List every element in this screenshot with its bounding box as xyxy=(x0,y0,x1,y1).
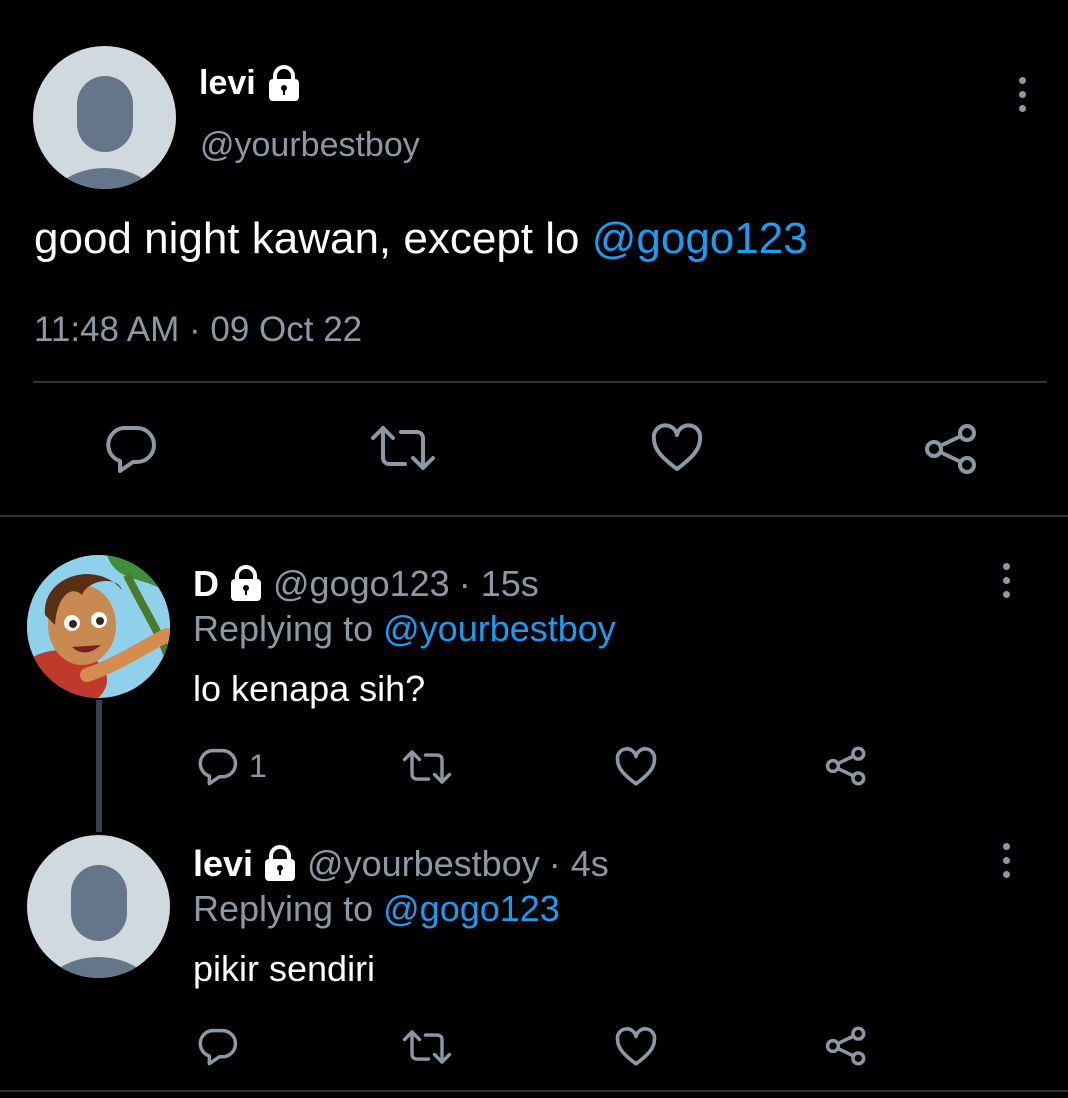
replying-label: Replying to xyxy=(193,888,374,929)
reply-author-handle[interactable]: @yourbestboy xyxy=(307,843,540,885)
share-icon[interactable] xyxy=(924,423,978,475)
main-author-name[interactable]: levi xyxy=(199,64,256,103)
tweet-body: good night kawan, except lo xyxy=(34,214,592,263)
divider xyxy=(0,515,1068,517)
more-icon[interactable] xyxy=(998,563,1014,598)
like-icon[interactable] xyxy=(615,1027,657,1067)
reply-icon[interactable] xyxy=(196,746,238,786)
reply-count: 1 xyxy=(249,748,267,784)
replying-to-link[interactable]: @yourbestboy xyxy=(383,608,616,649)
share-icon[interactable] xyxy=(825,1026,867,1066)
reply-author-avatar[interactable] xyxy=(27,555,170,698)
main-author-avatar[interactable] xyxy=(33,46,176,189)
tweet-text: good night kawan, except lo @gogo123 xyxy=(34,214,808,264)
lock-icon xyxy=(228,565,264,603)
reply-text: lo kenapa sih? xyxy=(193,668,426,709)
reply-time[interactable]: · 4s xyxy=(549,843,609,885)
more-icon[interactable] xyxy=(1014,77,1030,112)
reply-text: pikir sendiri xyxy=(193,948,376,989)
reply-author-name[interactable]: D xyxy=(193,563,219,605)
reply-icon[interactable] xyxy=(196,1026,238,1066)
retweet-icon[interactable] xyxy=(402,749,452,785)
reply-time[interactable]: · 15s xyxy=(459,563,539,605)
like-icon[interactable] xyxy=(615,747,657,787)
reply-icon[interactable] xyxy=(103,422,157,474)
replying-to-link[interactable]: @gogo123 xyxy=(383,888,560,929)
retweet-icon[interactable] xyxy=(370,424,436,472)
tweet-timestamp[interactable]: 11:48 AM · 09 Oct 22 xyxy=(34,310,362,350)
more-icon[interactable] xyxy=(998,843,1014,878)
retweet-icon[interactable] xyxy=(402,1029,452,1065)
main-author-handle[interactable]: @yourbestboy xyxy=(200,126,420,165)
divider xyxy=(33,381,1047,383)
divider xyxy=(0,1090,1068,1092)
mention-link[interactable]: @gogo123 xyxy=(592,214,808,263)
reply-author-avatar[interactable] xyxy=(27,835,170,978)
share-icon[interactable] xyxy=(825,746,867,786)
thread-line xyxy=(96,700,102,832)
like-icon[interactable] xyxy=(651,423,703,473)
lock-icon xyxy=(262,845,298,883)
replying-label: Replying to xyxy=(193,608,374,649)
reply-author-handle[interactable]: @gogo123 xyxy=(273,563,450,605)
lock-icon xyxy=(266,64,302,103)
reply-author-name[interactable]: levi xyxy=(193,843,253,885)
